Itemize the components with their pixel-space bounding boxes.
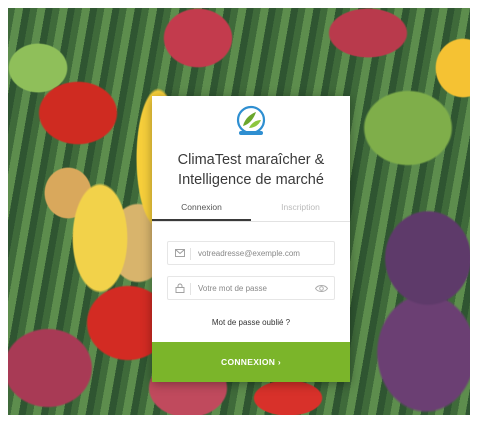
auth-tabs: Connexion Inscription (152, 200, 350, 222)
app-title: ClimaTest maraîcher & Intelligence de ma… (152, 150, 350, 190)
app-title-line-1: ClimaTest maraîcher & (177, 152, 325, 168)
eye-icon[interactable] (315, 284, 328, 293)
lock-icon (175, 283, 185, 293)
tab-inscription[interactable]: Inscription (251, 200, 350, 221)
logo-icon (236, 105, 266, 135)
email-input[interactable] (198, 246, 308, 260)
email-field[interactable] (167, 241, 335, 265)
tab-connexion[interactable]: Connexion (152, 200, 251, 221)
envelope-icon (175, 249, 185, 257)
background-photo: ClimaTest maraîcher & Intelligence de ma… (8, 8, 470, 415)
field-divider (190, 248, 191, 260)
password-input[interactable] (198, 281, 308, 295)
login-card: ClimaTest maraîcher & Intelligence de ma… (152, 96, 350, 382)
forgot-password-link[interactable]: Mot de passe oublié ? (152, 318, 350, 327)
app-title-line-2: Intelligence de marché (178, 172, 324, 188)
field-divider (190, 283, 191, 295)
password-field[interactable] (167, 276, 335, 300)
login-button[interactable]: CONNEXION › (152, 342, 350, 382)
